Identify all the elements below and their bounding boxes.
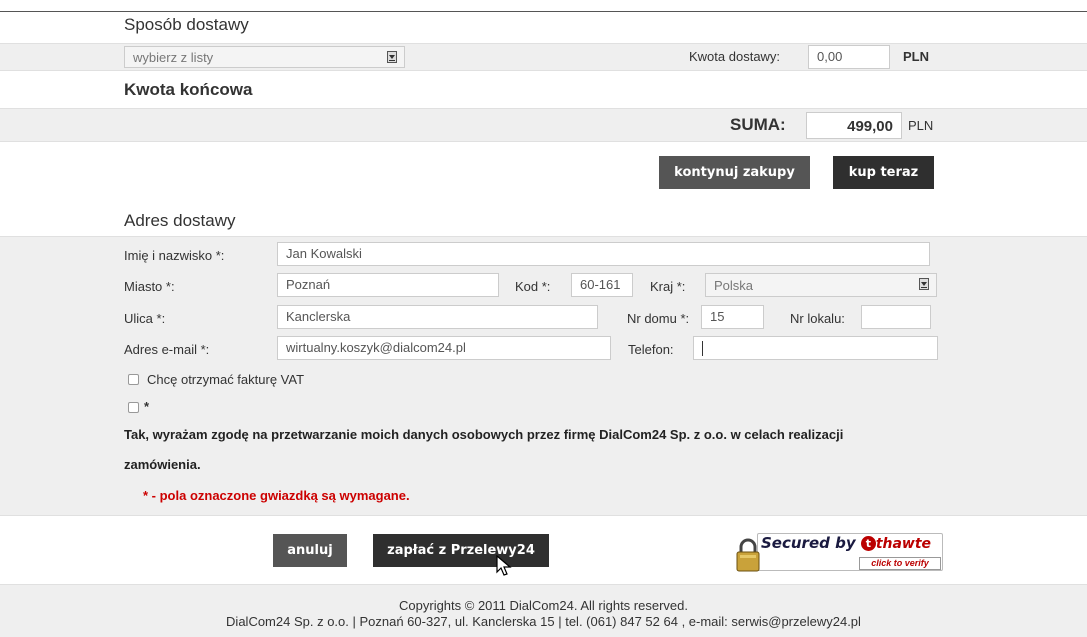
consent-required-star: * xyxy=(144,399,150,414)
country-select[interactable]: Polska xyxy=(705,273,937,297)
chevron-down-icon xyxy=(387,51,397,63)
phone-label: Telefon: xyxy=(628,342,674,357)
city-field[interactable]: Poznań xyxy=(277,273,499,297)
secured-by-label: Secured by xyxy=(761,534,856,552)
thawte-secured-badge[interactable]: Secured by t thawte click to verify xyxy=(735,531,945,575)
delivery-currency: PLN xyxy=(903,49,929,64)
delivery-method-select[interactable]: wybierz z listy xyxy=(124,46,405,68)
delivery-amount-field[interactable]: 0,00 xyxy=(808,45,890,69)
required-fields-note: * - pola oznaczone gwiazdką są wymagane. xyxy=(143,488,410,503)
vat-invoice-checkbox[interactable] xyxy=(128,374,139,385)
sum-label: SUMA: xyxy=(730,115,786,134)
delivery-title: Sposób dostawy xyxy=(124,15,249,34)
address-title: Adres dostawy xyxy=(124,211,236,230)
continue-shopping-button[interactable]: kontynuj zakupy xyxy=(659,156,810,189)
country-label: Kraj *: xyxy=(650,279,686,294)
house-number-field[interactable]: 15 xyxy=(701,305,764,329)
country-value: Polska xyxy=(714,278,754,293)
sum-currency: PLN xyxy=(908,118,934,133)
sum-value-field: 499,00 xyxy=(806,112,902,139)
name-field[interactable]: Jan Kowalski xyxy=(277,242,930,266)
delivery-amount-label: Kwota dostawy: xyxy=(689,49,781,64)
house-number-label: Nr domu *: xyxy=(627,311,690,326)
padlock-icon xyxy=(736,538,760,572)
click-to-verify-link[interactable]: click to verify xyxy=(859,557,941,570)
total-title: Kwota końcowa xyxy=(124,80,253,99)
name-label: Imię i nazwisko *: xyxy=(124,248,225,263)
buy-now-button[interactable]: kup teraz xyxy=(833,156,934,189)
thawte-brand: thawte xyxy=(875,536,932,552)
flat-number-label: Nr lokalu: xyxy=(790,311,845,326)
thawte-logo-icon: t xyxy=(860,536,876,551)
zip-field[interactable]: 60-161 xyxy=(571,273,633,297)
zip-label: Kod *: xyxy=(515,279,551,294)
chevron-down-icon xyxy=(919,278,929,290)
consent-text-line2: zamówienia. xyxy=(124,457,201,472)
delivery-method-value: wybierz z listy xyxy=(133,50,214,65)
phone-field[interactable] xyxy=(693,336,938,360)
footer-copyright: Copyrights © 2011 DialCom24. All rights … xyxy=(399,598,688,613)
vat-invoice-label: Chcę otrzymać fakturę VAT xyxy=(147,372,305,387)
mouse-pointer-icon xyxy=(496,555,512,576)
footer: Copyrights © 2011 DialCom24. All rights … xyxy=(0,584,1087,637)
flat-number-field[interactable] xyxy=(861,305,931,329)
street-label: Ulica *: xyxy=(124,311,166,326)
email-field[interactable]: wirtualny.koszyk@dialcom24.pl xyxy=(277,336,611,360)
cancel-button[interactable]: anuluj xyxy=(273,534,347,567)
text-caret xyxy=(702,341,703,357)
street-field[interactable]: Kanclerska xyxy=(277,305,598,329)
consent-text-line1: Tak, wyrażam zgodę na przetwarzanie moic… xyxy=(124,427,844,442)
pay-przelewy24-button[interactable]: zapłać z Przelewy24 xyxy=(373,534,549,567)
top-divider xyxy=(0,11,1087,12)
email-label: Adres e-mail *: xyxy=(124,342,210,357)
consent-checkbox[interactable] xyxy=(128,402,139,413)
footer-contact: DialCom24 Sp. z o.o. | Poznań 60-327, ul… xyxy=(226,614,861,629)
city-label: Miasto *: xyxy=(124,279,175,294)
thawte-secured-text: Secured by t thawte xyxy=(761,534,931,552)
